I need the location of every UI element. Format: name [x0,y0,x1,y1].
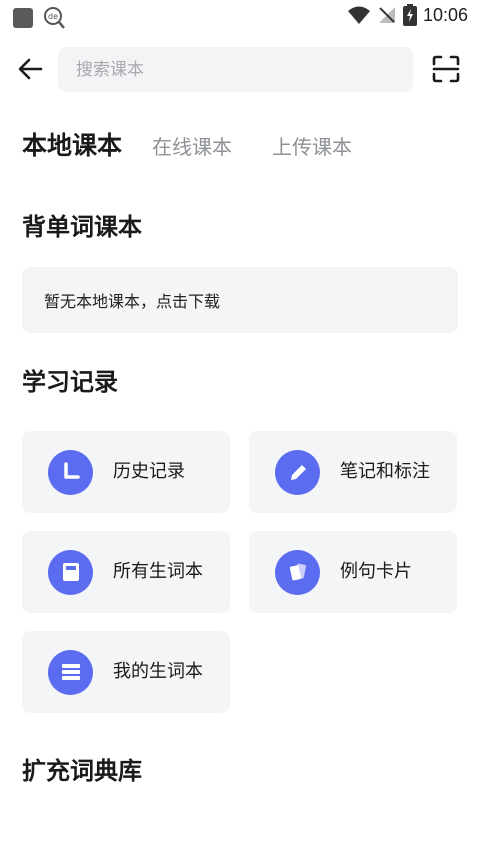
svg-text:de: de [48,12,58,21]
back-button[interactable] [14,53,46,85]
example-cards-label: 例句卡片 [340,561,412,582]
scan-button[interactable] [430,53,462,85]
empty-wordbook-text: 暂无本地课本，点击下载 [44,292,221,311]
pencil-icon [275,449,320,495]
no-signal-icon [378,7,395,23]
tab-local-textbooks[interactable]: 本地课本 [22,126,122,162]
wordbooks-section-title: 背单词课本 [22,213,142,241]
dictionaries-section-title: 扩充词典库 [22,757,142,785]
status-time: 10:06 [422,4,468,25]
notebook-icon [48,549,93,595]
all-vocab-card[interactable]: 所有生词本 [22,531,230,613]
battery-charging-icon [402,4,417,26]
all-vocab-label: 所有生词本 [113,561,203,582]
example-cards-card[interactable]: 例句卡片 [249,531,457,613]
wifi-icon [347,6,370,24]
clock-icon [48,449,93,495]
status-bar: de 10:06 [0,0,480,34]
textbook-tabs: 本地课本 在线课本 上传课本 [22,126,392,162]
dict-app-icon: de [44,7,65,29]
history-card[interactable]: 历史记录 [22,431,230,513]
search-box[interactable] [58,47,413,92]
scan-icon [432,55,460,83]
notes-card[interactable]: 笔记和标注 [249,431,457,513]
tab-upload-textbooks[interactable]: 上传课本 [272,131,352,160]
search-input[interactable] [76,59,376,80]
history-label: 历史记录 [113,461,185,482]
my-vocab-card[interactable]: 我的生词本 [22,631,230,713]
tab-online-textbooks[interactable]: 在线课本 [152,131,232,160]
empty-wordbook-card[interactable]: 暂无本地课本，点击下载 [22,267,458,333]
cards-icon [275,549,320,595]
arrow-left-icon [18,58,43,80]
records-section-title: 学习记录 [22,368,118,396]
list-icon [48,649,93,695]
my-vocab-label: 我的生词本 [113,661,203,682]
notes-label: 笔记和标注 [340,461,430,482]
app-notification-icon [13,8,33,28]
